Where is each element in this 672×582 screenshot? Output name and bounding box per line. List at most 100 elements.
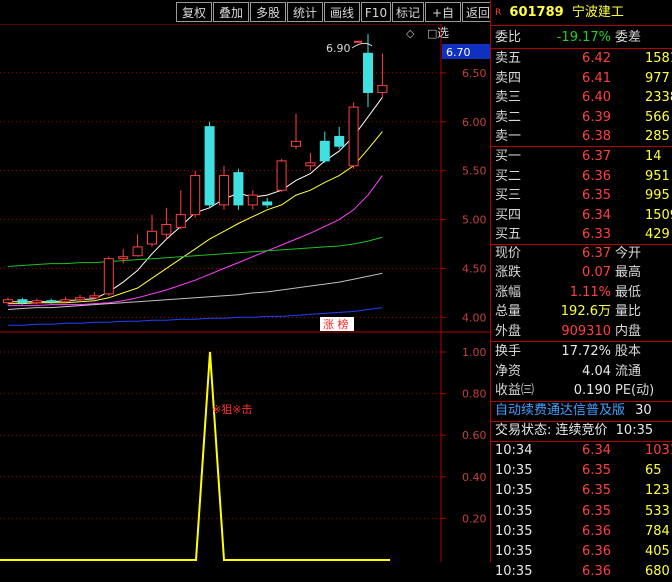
tick-price: 6.36 [582, 544, 611, 559]
candle-body [175, 214, 186, 228]
candle-body [348, 106, 359, 167]
quote-row-3: 总量 192.6万 量比 [495, 302, 672, 322]
quote-panel: R 601789 宁波建工 委比 -19.17% 委差 卖五 6.42 1581 卖四… [490, 0, 672, 579]
tick-time: 10:35 [495, 503, 533, 519]
bid-row-0-vol: 14 [645, 149, 662, 164]
price-tick-label: 6.00 [462, 116, 487, 129]
candle-body [334, 135, 345, 147]
toolbar-button-1[interactable]: 叠加 [213, 2, 249, 22]
quote-row-1-label: 涨跌 [495, 265, 522, 281]
candle-body [291, 140, 301, 147]
quote-row-4-value: 909310 [561, 323, 611, 339]
toolbar-button-6[interactable]: 标记 [392, 2, 424, 22]
bid-row-1-label: 买二 [495, 168, 522, 184]
stock-name: 宁波建工 [571, 5, 624, 20]
tick-price: 6.35 [582, 463, 611, 479]
marquee-text[interactable]: 自动续费通达信普及版 [495, 403, 625, 418]
bid-row-1: 买二 6.36 951 [495, 167, 672, 187]
quote-row-0-label2: 今开 [615, 246, 642, 261]
marquee-row[interactable]: 自动续费通达信普及版 30 [495, 401, 652, 421]
ask-row-3-vol: 566 [645, 109, 670, 125]
bid-row-1-price: 6.36 [582, 168, 611, 184]
stats-row-0-value: 17.72% [561, 344, 611, 359]
tick-vol: 123 [645, 483, 670, 499]
ask-row-0-vol: 1581 [645, 51, 672, 66]
toolbar-button-7[interactable]: +自选 [425, 2, 461, 40]
candle-body [190, 175, 201, 216]
weibi-value: -19.17% [556, 30, 611, 45]
small-square-icon[interactable]: □ [427, 27, 437, 40]
bid-row-0-label: 买一 [495, 149, 522, 164]
tick-price: 6.35 [582, 483, 611, 499]
tick-row-6: 10:35 6.36 680 [495, 562, 672, 582]
candle-body [89, 295, 100, 299]
stats-row-0-label2: 股本 [615, 344, 642, 359]
ask-row-4-label: 卖一 [495, 129, 522, 144]
ask-row-2-vol: 2338 [645, 90, 672, 105]
tick-vol: 784 [645, 523, 670, 539]
bid-row-4-label: 买五 [495, 227, 522, 242]
trade-state: 交易状态: 连续竞价 [495, 423, 608, 438]
tick-price: 6.34 [582, 443, 611, 458]
ask-row-2-label: 卖三 [495, 90, 522, 105]
candle-body [46, 300, 57, 303]
candle-body [147, 230, 157, 245]
bid-row-2-label: 买三 [495, 188, 522, 203]
stats-row-1: 净资 4.04 流通 [495, 362, 672, 382]
indicator-annotation: ※狙※击 [212, 403, 252, 416]
diamond-icon[interactable]: ◇ [406, 27, 415, 40]
bid-row-4-vol: 429 [645, 227, 670, 242]
ask-row-4-vol: 285 [645, 129, 670, 144]
indicator-tick-label: 0.80 [462, 388, 487, 401]
ask-row-1-label: 卖四 [495, 70, 522, 86]
ask-row-0-price: 6.42 [582, 51, 611, 66]
weiCha-label: 委差 [615, 30, 642, 45]
quote-row-2-label2: 最低 [615, 284, 642, 300]
candle-body [219, 175, 229, 206]
tick-price: 6.36 [582, 523, 611, 539]
quote-row-2-label: 涨幅 [495, 284, 522, 300]
candle-body [31, 300, 42, 304]
ask-row-3-price: 6.39 [582, 109, 611, 125]
stats-row-2-value: 0.190 [573, 383, 611, 398]
quote-row-3-label: 总量 [495, 304, 522, 320]
stats-row-1-label2: 流通 [615, 363, 642, 379]
stock-header: R 601789 宁波建工 [495, 3, 624, 23]
candle-body [75, 297, 85, 301]
toolbar-button-2[interactable]: 多股 [250, 2, 286, 22]
candle-body [3, 299, 13, 304]
toolbar-button-4[interactable]: 画线 [324, 2, 360, 22]
ask-row-0: 卖五 6.42 1581 [495, 49, 672, 69]
tick-row-4: 10:35 6.36 784 [495, 522, 672, 542]
ask-row-3: 卖二 6.39 566 [495, 108, 672, 128]
ask-row-4-price: 6.38 [582, 129, 611, 144]
candle-body [204, 126, 215, 206]
candle-body [363, 52, 373, 93]
stats-row-2-label2: PE(动) [615, 383, 655, 398]
quote-row-1-label2: 最高 [615, 265, 642, 281]
price-tick-label: 5.00 [462, 214, 487, 227]
toolbar-button-5[interactable]: F10 [361, 2, 391, 22]
zt-badge[interactable]: 涨 榜 [323, 317, 349, 331]
chart-toolbar: 复权 叠加 多股 统计 画线 F10 标记 +自选 返回 [0, 0, 494, 40]
bid-row-3-vol: 1509 [645, 207, 672, 223]
price-tick-label: 5.50 [462, 165, 487, 178]
stats-row-0: 换手 17.72% 股本 [495, 342, 672, 362]
toolbar-button-0[interactable]: 复权 [176, 2, 212, 22]
tick-row-5: 10:35 6.36 405 [495, 542, 672, 562]
bid-row-4-price: 6.33 [582, 227, 611, 242]
stats-row-0-label: 换手 [495, 344, 522, 359]
candle-body [60, 299, 71, 303]
quote-row-2-value: 1.11% [569, 284, 611, 300]
quote-row-4: 外盘 909310 内盘 [495, 322, 672, 342]
candle-body [233, 172, 244, 206]
stats-row-1-value: 4.04 [582, 363, 611, 379]
toolbar-button-3[interactable]: 统计 [287, 2, 323, 22]
candle-body [377, 85, 388, 93]
marquee-extra: 30 [635, 403, 652, 418]
current-price-tag: 6.70 [446, 46, 471, 59]
indicator-tick-label: 0.60 [462, 429, 487, 442]
kline-chart[interactable]: 6.50 6.00 5.50 5.00 4.50 4.00 1.00 0.80 0.60 0.4… [0, 0, 490, 562]
candle-body [247, 194, 258, 206]
quote-row-4-label2: 内盘 [615, 323, 642, 339]
